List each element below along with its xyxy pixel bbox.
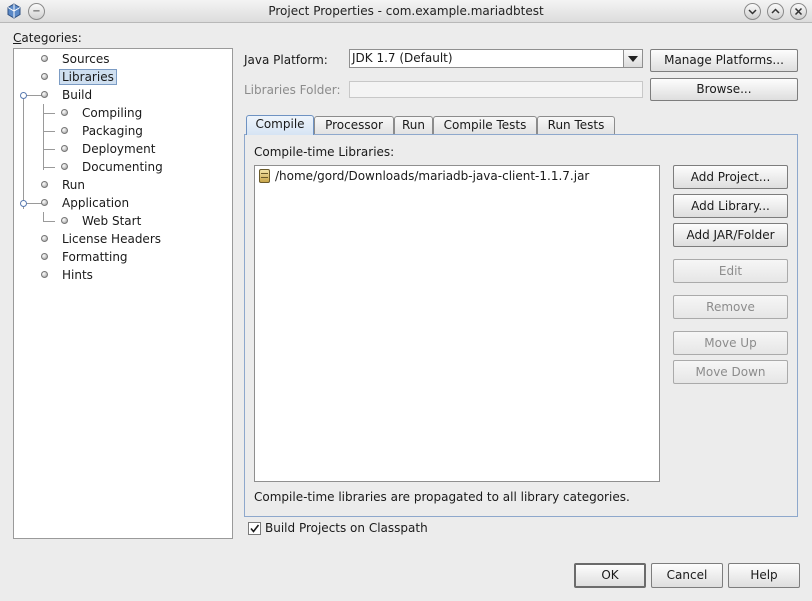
compile-note: Compile-time libraries are propagated to…	[254, 490, 630, 504]
build-on-classpath-label: Build Projects on Classpath	[265, 521, 428, 535]
node-bullet-icon	[41, 181, 48, 188]
category-label: Run	[62, 178, 86, 192]
node-bullet-icon	[41, 271, 48, 278]
category-libraries[interactable]: Libraries	[41, 69, 117, 85]
node-bullet-icon	[41, 55, 48, 62]
node-bullet-icon	[41, 253, 48, 260]
category-compiling[interactable]: Compiling	[61, 105, 144, 121]
list-item[interactable]: /home/gord/Downloads/mariadb-java-client…	[255, 166, 659, 186]
category-label: Deployment	[82, 142, 156, 156]
move-up-button[interactable]: Move Up	[673, 331, 788, 355]
tree-line	[43, 221, 55, 222]
node-bullet-icon	[61, 163, 68, 170]
node-bullet-icon	[41, 199, 48, 206]
tab-run-tests[interactable]: Run Tests	[537, 116, 615, 134]
category-label: Hints	[62, 268, 93, 282]
move-down-button[interactable]: Move Down	[673, 360, 788, 384]
tab-compile[interactable]: Compile	[246, 115, 314, 135]
node-bullet-icon	[41, 73, 48, 80]
library-path: /home/gord/Downloads/mariadb-java-client…	[275, 169, 590, 183]
category-label: Compiling	[82, 106, 143, 120]
edit-button[interactable]: Edit	[673, 259, 788, 283]
cancel-button[interactable]: Cancel	[651, 563, 723, 588]
java-platform-select[interactable]: JDK 1.7 (Default)	[349, 49, 643, 68]
node-bullet-icon	[61, 109, 68, 116]
jar-file-icon	[259, 169, 270, 183]
manage-platforms-button[interactable]: Manage Platforms...	[650, 49, 798, 72]
category-label: Application	[62, 196, 130, 210]
chevron-down-icon	[748, 9, 757, 15]
java-platform-value: JDK 1.7 (Default)	[352, 51, 453, 65]
tree-line	[43, 149, 55, 150]
category-packaging[interactable]: Packaging	[61, 123, 145, 139]
close-button[interactable]	[790, 3, 807, 20]
category-label: Formatting	[62, 250, 128, 264]
category-license-headers[interactable]: License Headers	[41, 231, 163, 247]
compile-libraries-label: Compile-time Libraries:	[254, 145, 395, 159]
java-platform-label: Java Platform:	[244, 53, 328, 67]
node-bullet-icon	[41, 235, 48, 242]
tree-line	[43, 131, 55, 132]
node-bullet-icon	[41, 91, 48, 98]
build-expander-icon[interactable]	[20, 92, 27, 99]
remove-button[interactable]: Remove	[673, 295, 788, 319]
category-sources[interactable]: Sources	[41, 51, 111, 67]
category-label: Sources	[62, 52, 110, 66]
category-label: License Headers	[62, 232, 161, 246]
chevron-up-icon	[771, 8, 780, 14]
browse-button[interactable]: Browse...	[650, 78, 798, 101]
tree-line	[43, 167, 55, 168]
window-title: Project Properties - com.example.mariadb…	[268, 4, 544, 18]
category-hints[interactable]: Hints	[41, 267, 95, 283]
libraries-folder-input[interactable]	[349, 81, 643, 98]
compile-libraries-list[interactable]: /home/gord/Downloads/mariadb-java-client…	[254, 165, 660, 482]
ok-button[interactable]: OK	[574, 563, 646, 588]
tree-line	[23, 95, 24, 209]
categories-tree[interactable]: Sources Libraries Build Compiling Packag…	[13, 48, 233, 539]
category-documenting[interactable]: Documenting	[61, 159, 165, 175]
category-run[interactable]: Run	[41, 177, 87, 193]
category-formatting[interactable]: Formatting	[41, 249, 130, 265]
categories-label: Categories:	[13, 31, 82, 45]
tab-run[interactable]: Run	[394, 116, 433, 134]
category-label: Build	[62, 88, 93, 102]
checkmark-icon	[250, 524, 260, 533]
dropdown-arrow-icon[interactable]	[623, 50, 642, 67]
category-label: Web Start	[82, 214, 142, 228]
category-build[interactable]: Build	[41, 87, 94, 103]
category-label: Packaging	[82, 124, 143, 138]
tab-processor[interactable]: Processor	[314, 116, 394, 134]
tab-compile-tests[interactable]: Compile Tests	[433, 116, 537, 134]
add-library-button[interactable]: Add Library...	[673, 194, 788, 218]
application-expander-icon[interactable]	[20, 200, 27, 207]
node-bullet-icon	[61, 145, 68, 152]
add-project-button[interactable]: Add Project...	[673, 165, 788, 189]
maximize-button[interactable]	[767, 3, 784, 20]
close-icon	[794, 7, 803, 16]
build-on-classpath-checkbox[interactable]	[248, 522, 261, 535]
category-label: Documenting	[82, 160, 163, 174]
category-label: Libraries	[59, 69, 117, 85]
category-web-start[interactable]: Web Start	[61, 213, 143, 229]
libraries-folder-label: Libraries Folder:	[244, 83, 341, 97]
title-bar: − Project Properties - com.example.maria…	[0, 0, 812, 23]
category-application[interactable]: Application	[41, 195, 131, 211]
categories-label-text: ategories:	[21, 31, 82, 45]
category-deployment[interactable]: Deployment	[61, 141, 157, 157]
minimize-button[interactable]	[744, 3, 761, 20]
add-jar-folder-button[interactable]: Add JAR/Folder	[673, 223, 788, 247]
node-bullet-icon	[61, 127, 68, 134]
node-bullet-icon	[61, 217, 68, 224]
tree-line	[43, 113, 55, 114]
help-button[interactable]: Help	[728, 563, 800, 588]
